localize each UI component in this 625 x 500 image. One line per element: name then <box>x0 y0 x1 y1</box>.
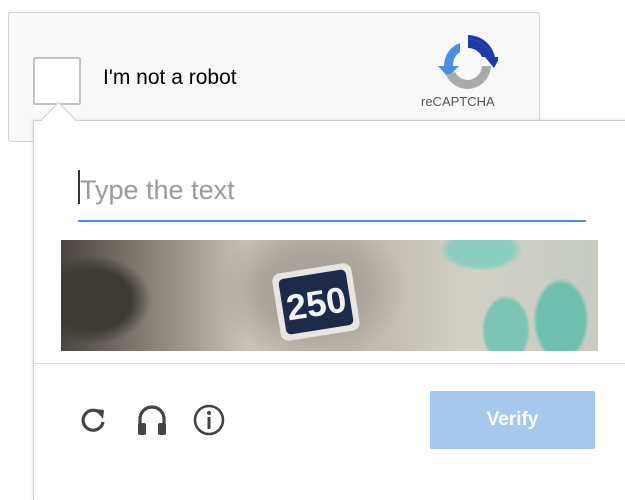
house-number-plate: 250 <box>272 263 360 341</box>
text-caret <box>78 170 80 204</box>
headphones-icon[interactable] <box>135 403 169 437</box>
reload-icon[interactable] <box>76 403 110 437</box>
footer-divider <box>34 363 625 364</box>
recaptcha-logo-icon <box>438 35 498 90</box>
captcha-text-input[interactable] <box>78 160 586 222</box>
not-a-robot-label: I'm not a robot <box>103 66 237 89</box>
captcha-image: 250 <box>61 240 598 351</box>
info-icon[interactable] <box>192 403 226 437</box>
not-a-robot-checkbox[interactable] <box>33 57 81 105</box>
recaptcha-brand: reCAPTCHA <box>421 94 495 109</box>
verify-button[interactable]: Verify <box>430 391 595 449</box>
